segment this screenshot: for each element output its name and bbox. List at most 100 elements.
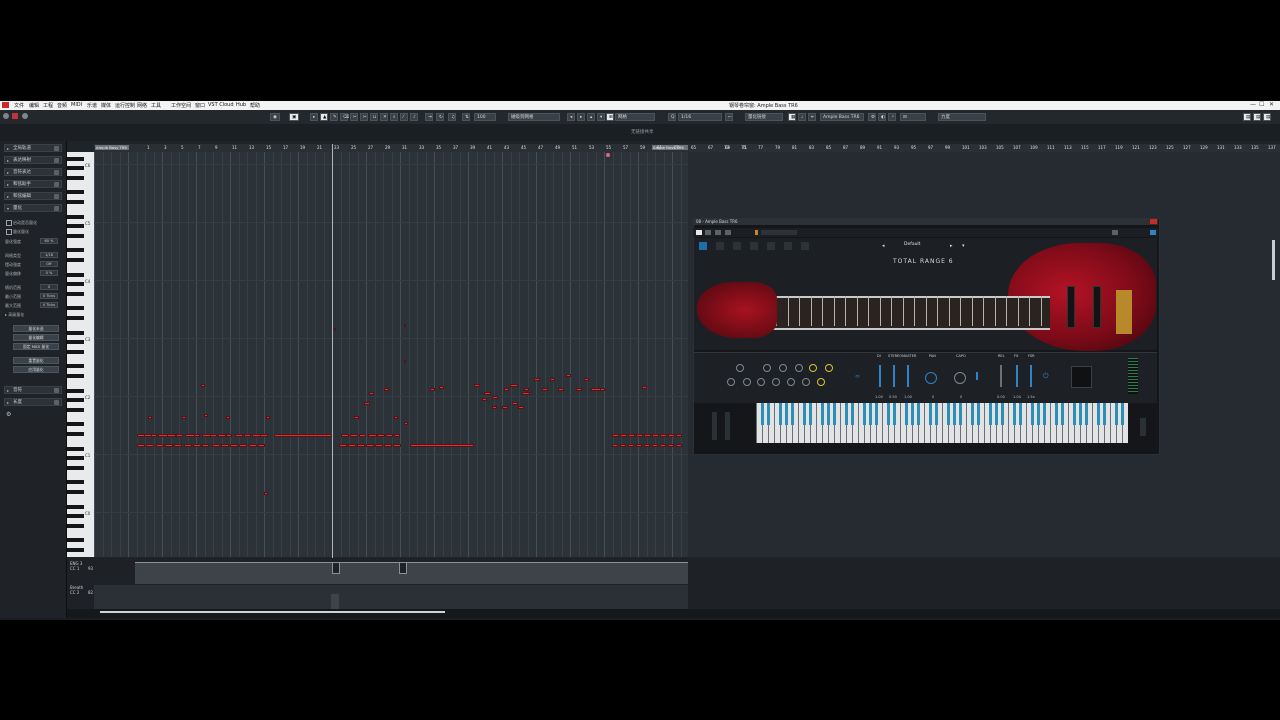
split-tool-icon[interactable]: ✂ (360, 113, 368, 121)
articulation-knob-5[interactable] (809, 364, 817, 372)
tab-riffer-icon[interactable] (716, 242, 724, 250)
loop-icon[interactable]: ↻ (436, 113, 444, 121)
midi-note[interactable] (212, 444, 220, 447)
mod-wheel[interactable] (725, 412, 730, 440)
fsr-fader[interactable] (1030, 365, 1032, 387)
midi-note[interactable] (628, 434, 635, 437)
black-key[interactable] (970, 403, 974, 425)
menu-media[interactable]: 媒体 (101, 102, 111, 109)
articulation-knob-13[interactable] (817, 378, 825, 386)
random-field[interactable]: 0 (40, 284, 58, 290)
midi-note[interactable] (504, 388, 509, 391)
tab-settings-icon[interactable] (784, 242, 792, 250)
inspector-section-quantize[interactable]: ▾ 量化 (4, 204, 62, 212)
volume-slider[interactable] (1140, 418, 1146, 436)
preset-prev-icon[interactable]: ◂ (882, 243, 885, 249)
quantize-edit-button[interactable]: 量化编辑 (13, 334, 59, 341)
piano-black-key[interactable] (67, 548, 84, 552)
black-key[interactable] (868, 403, 872, 425)
black-key[interactable] (916, 403, 920, 425)
piano-black-key[interactable] (67, 456, 84, 461)
midi-note[interactable] (266, 416, 270, 419)
capo-knob[interactable] (954, 372, 966, 384)
plugin-close-icon[interactable] (1150, 219, 1157, 224)
lane-2-cc[interactable]: CC 2 (70, 590, 79, 595)
master-fader[interactable] (907, 365, 909, 387)
note-grid[interactable] (94, 152, 688, 557)
midi-note[interactable] (660, 434, 667, 437)
line-tool-icon[interactable]: ⁄ (400, 113, 408, 121)
midi-note[interactable] (384, 444, 392, 447)
black-key[interactable] (994, 403, 998, 425)
nudge-right-icon[interactable]: ▸ (577, 113, 585, 121)
midi-note[interactable] (652, 444, 658, 447)
grid-type-select[interactable]: 网格 (615, 113, 655, 121)
listen-icon[interactable] (22, 113, 28, 119)
piano-black-key[interactable] (67, 466, 84, 470)
midi-note[interactable] (620, 444, 626, 447)
midi-note[interactable] (350, 434, 358, 437)
quantize-strength-field[interactable]: 60 % (40, 238, 58, 244)
midi-note[interactable] (612, 434, 619, 437)
erase-tool-icon[interactable]: ⌫ (340, 113, 349, 121)
white-key[interactable] (966, 403, 967, 443)
black-key[interactable] (808, 403, 812, 425)
layout-right-icon[interactable]: ▤ (1263, 113, 1271, 121)
midi-note[interactable] (482, 398, 487, 401)
white-key[interactable] (840, 403, 841, 443)
midi-note[interactable] (628, 444, 634, 447)
color-menu-icon[interactable]: ◐ (878, 113, 886, 121)
quantize-preset-select[interactable]: 1/16 (678, 113, 722, 121)
piano-black-key[interactable] (67, 364, 84, 369)
white-key[interactable] (1008, 403, 1009, 443)
tab-fx-icon[interactable] (767, 242, 775, 250)
midi-note[interactable] (182, 416, 186, 419)
articulation-knob-12[interactable] (802, 378, 810, 386)
midi-note[interactable] (156, 444, 164, 447)
midi-note[interactable] (394, 416, 398, 419)
black-key[interactable] (1084, 403, 1088, 425)
fx-power-icon[interactable]: ⏻ (1043, 372, 1049, 381)
piano-black-key[interactable] (67, 214, 84, 219)
articulation-knob-3[interactable] (779, 364, 787, 372)
tab-tab-player-icon[interactable] (750, 242, 758, 250)
swing-field[interactable]: Off (40, 261, 58, 267)
white-key[interactable] (1092, 403, 1093, 443)
midi-note[interactable] (642, 386, 647, 389)
midi-note[interactable] (218, 434, 226, 437)
midi-note[interactable] (439, 386, 444, 389)
piano-black-key[interactable] (67, 350, 84, 354)
min-range-field[interactable]: 0 Ticks (40, 293, 58, 299)
stereo-fader[interactable] (893, 365, 895, 387)
articulation-knob-8[interactable] (743, 378, 751, 386)
menu-tools[interactable]: 工具 (151, 102, 161, 109)
piano-black-key[interactable] (67, 408, 84, 412)
plugin-title-bar[interactable]: 08 - Ample Bass TR6 (693, 218, 1158, 225)
white-key[interactable] (774, 403, 775, 443)
black-key[interactable] (766, 403, 770, 425)
black-key[interactable] (790, 403, 794, 425)
length-quantize-icon[interactable]: ⌐ (725, 113, 733, 121)
checkbox-quantize[interactable] (6, 229, 12, 235)
midi-note[interactable] (550, 378, 555, 381)
piano-keyboard[interactable] (67, 152, 94, 557)
grid-field[interactable]: 1/16 (40, 252, 58, 258)
black-key[interactable] (784, 403, 788, 425)
black-key[interactable] (886, 403, 890, 425)
piano-black-key[interactable] (67, 374, 84, 378)
black-key[interactable] (1054, 403, 1058, 425)
articulation-knob-4[interactable] (795, 364, 803, 372)
power-icon[interactable] (696, 230, 702, 235)
di-fader[interactable] (879, 365, 881, 387)
midi-note[interactable] (636, 434, 643, 437)
midi-note[interactable] (359, 434, 366, 437)
black-key[interactable] (1018, 403, 1022, 425)
black-key[interactable] (874, 403, 878, 425)
vst-icon[interactable]: ⚬ (888, 113, 896, 121)
midi-note[interactable] (620, 434, 627, 437)
piano-black-key[interactable] (67, 258, 84, 262)
midi-note[interactable] (375, 444, 383, 447)
edit-instrument-icon[interactable]: ⚙ (868, 113, 876, 121)
preset-name[interactable]: Default (904, 242, 920, 247)
white-key[interactable] (1110, 403, 1111, 443)
